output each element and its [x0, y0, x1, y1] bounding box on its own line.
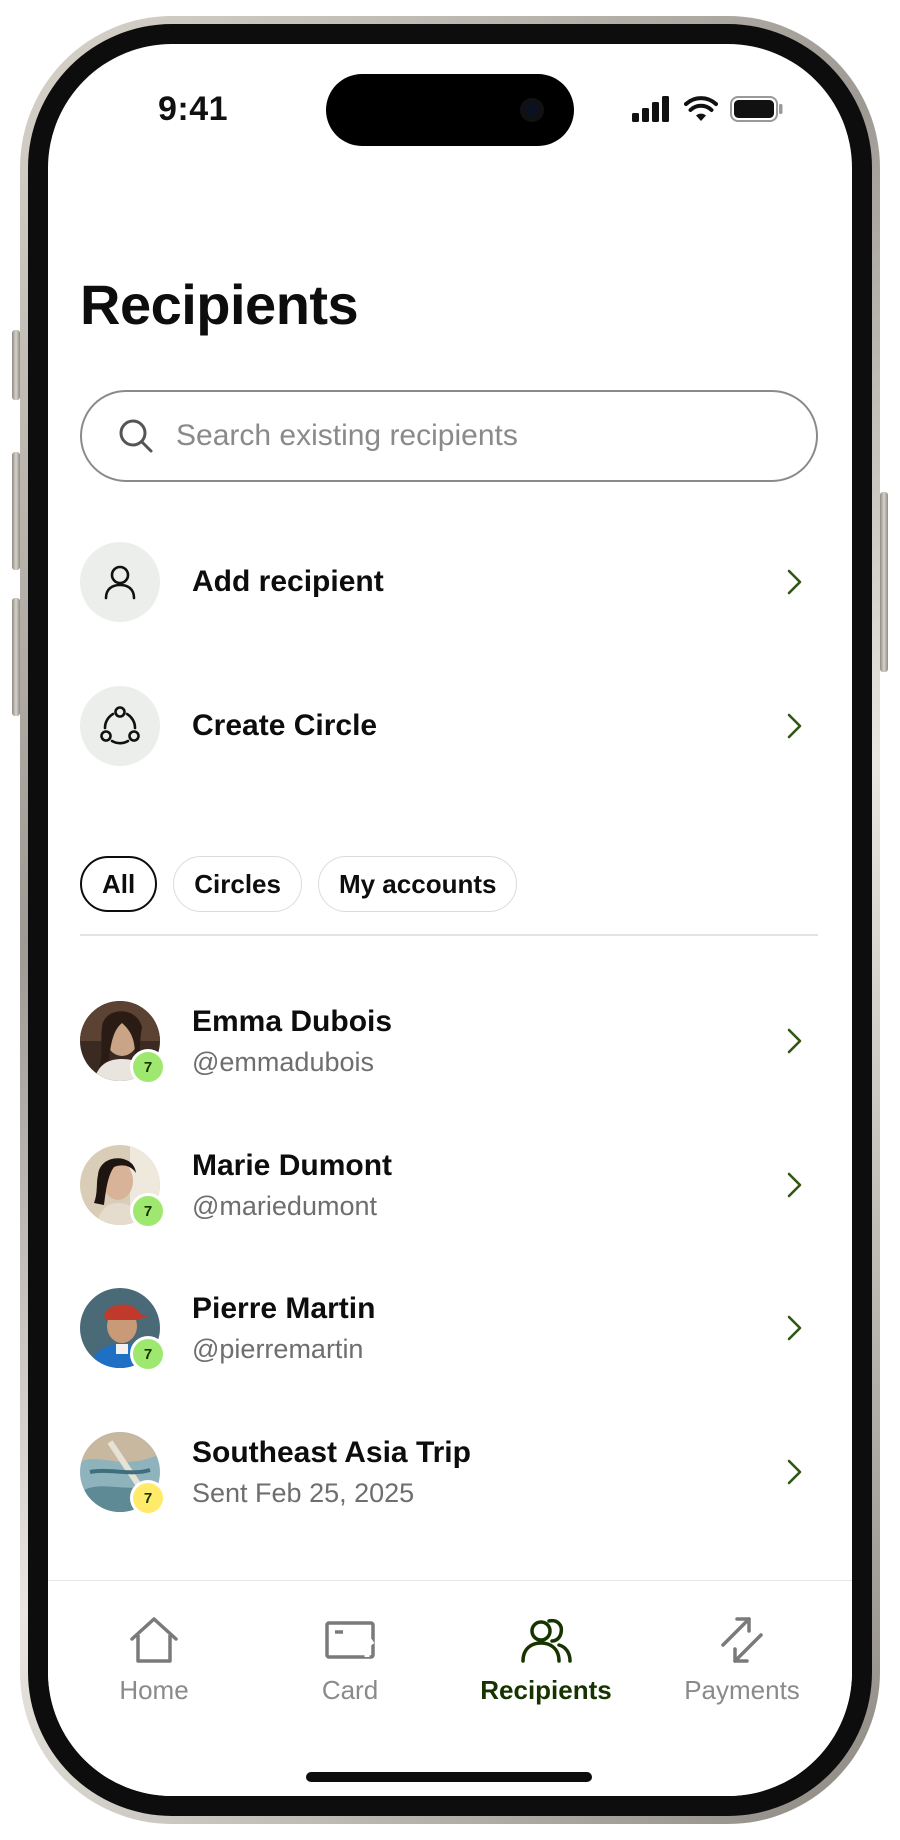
recipient-text: Southeast Asia Trip Sent Feb 25, 2025	[192, 1436, 780, 1509]
recipient-row-marie-dumont[interactable]: 7 Marie Dumont @mariedumont	[80, 1143, 818, 1229]
action-button	[12, 330, 20, 400]
wise-badge: 7	[130, 1336, 166, 1372]
search-bar[interactable]	[80, 390, 818, 482]
tab-home[interactable]: Home	[64, 1615, 244, 1706]
recipient-row-southeast-asia-trip[interactable]: 7 Southeast Asia Trip Sent Feb 25, 2025	[80, 1430, 818, 1516]
circle-group-icon	[80, 686, 160, 766]
page-title: Recipients	[80, 273, 359, 336]
volume-up-button	[12, 452, 20, 570]
card-icon	[325, 1621, 375, 1659]
status-time: 9:41	[158, 90, 229, 128]
phone-screen: 9:41 Recipients Search existing recipien…	[48, 44, 852, 1796]
chevron-right-icon	[787, 1315, 802, 1341]
home-icon	[130, 1617, 178, 1663]
avatar: 7	[80, 1432, 166, 1516]
recipient-text: Marie Dumont @mariedumont	[192, 1149, 780, 1222]
chevron-right-icon	[787, 1028, 802, 1054]
tab-card[interactable]: Card	[260, 1615, 440, 1706]
recipient-subtitle: Sent Feb 25, 2025	[192, 1477, 415, 1508]
wise-badge: 7	[130, 1049, 166, 1085]
recipient-handle: @mariedumont	[192, 1190, 377, 1221]
filter-chip-all[interactable]: All	[80, 856, 158, 912]
dynamic-island	[326, 74, 574, 146]
person-icon	[80, 542, 160, 622]
recipient-name: Southeast Asia Trip	[192, 1435, 471, 1469]
create-circle-label: Create Circle	[192, 709, 378, 742]
recipient-row-pierre-martin[interactable]: 7 Pierre Martin @pierremartin	[80, 1286, 818, 1372]
tab-bar: Home Card Recipients Payments	[48, 1580, 852, 1796]
avatar: 7	[80, 1288, 166, 1372]
tab-payments[interactable]: Payments	[652, 1615, 832, 1706]
add-recipient-label: Add recipient	[192, 565, 384, 598]
chevron-right-icon	[787, 569, 802, 595]
create-circle-icon-wrap	[80, 686, 160, 766]
volume-down-button	[12, 598, 20, 716]
recipient-handle: @pierremartin	[192, 1333, 364, 1364]
chevron-right-icon	[787, 1459, 802, 1485]
add-recipient-row[interactable]: Add recipient	[80, 540, 818, 624]
recipients-icon	[521, 1618, 572, 1663]
recipient-row-emma-dubois[interactable]: 7 Emma Dubois @emmadubois	[80, 999, 818, 1085]
add-recipient-icon-wrap	[80, 542, 160, 622]
avatar: 7	[80, 1145, 166, 1229]
recipient-text: Pierre Martin @pierremartin	[192, 1292, 780, 1365]
avatar: 7	[80, 1001, 166, 1085]
power-button	[880, 492, 888, 672]
tab-label: Home	[119, 1675, 189, 1705]
wise-badge: 7	[130, 1193, 166, 1229]
filter-chip-my-accounts[interactable]: My accounts	[317, 856, 518, 912]
recipient-handle: @emmadubois	[192, 1046, 374, 1077]
front-camera	[520, 98, 544, 122]
status-icons	[632, 96, 784, 122]
battery-icon	[730, 96, 783, 122]
home-indicator	[306, 1772, 592, 1782]
filter-chips: All Circles My accounts	[80, 856, 518, 912]
chevron-right-icon	[787, 1172, 802, 1198]
add-recipient-text: Add recipient	[192, 565, 780, 599]
divider	[80, 934, 818, 936]
recipient-text: Emma Dubois @emmadubois	[192, 1005, 780, 1078]
wifi-icon	[684, 96, 718, 121]
payments-icon	[721, 1617, 763, 1663]
circle-badge: 7	[130, 1480, 166, 1516]
signal-icon	[632, 96, 669, 122]
search-icon	[119, 419, 153, 453]
recipient-name: Marie Dumont	[192, 1148, 393, 1182]
recipient-name: Emma Dubois	[192, 1004, 393, 1038]
tab-label: Card	[321, 1675, 379, 1705]
tab-label: Recipients	[480, 1675, 612, 1705]
filter-chip-circles[interactable]: Circles	[173, 856, 302, 912]
search-input[interactable]	[174, 418, 738, 454]
create-circle-row[interactable]: Create Circle	[80, 684, 818, 768]
recipient-name: Pierre Martin	[192, 1291, 376, 1325]
tab-label: Payments	[684, 1675, 800, 1705]
create-circle-text: Create Circle	[192, 709, 780, 743]
tab-recipients[interactable]: Recipients	[456, 1615, 636, 1706]
chevron-right-icon	[787, 713, 802, 739]
